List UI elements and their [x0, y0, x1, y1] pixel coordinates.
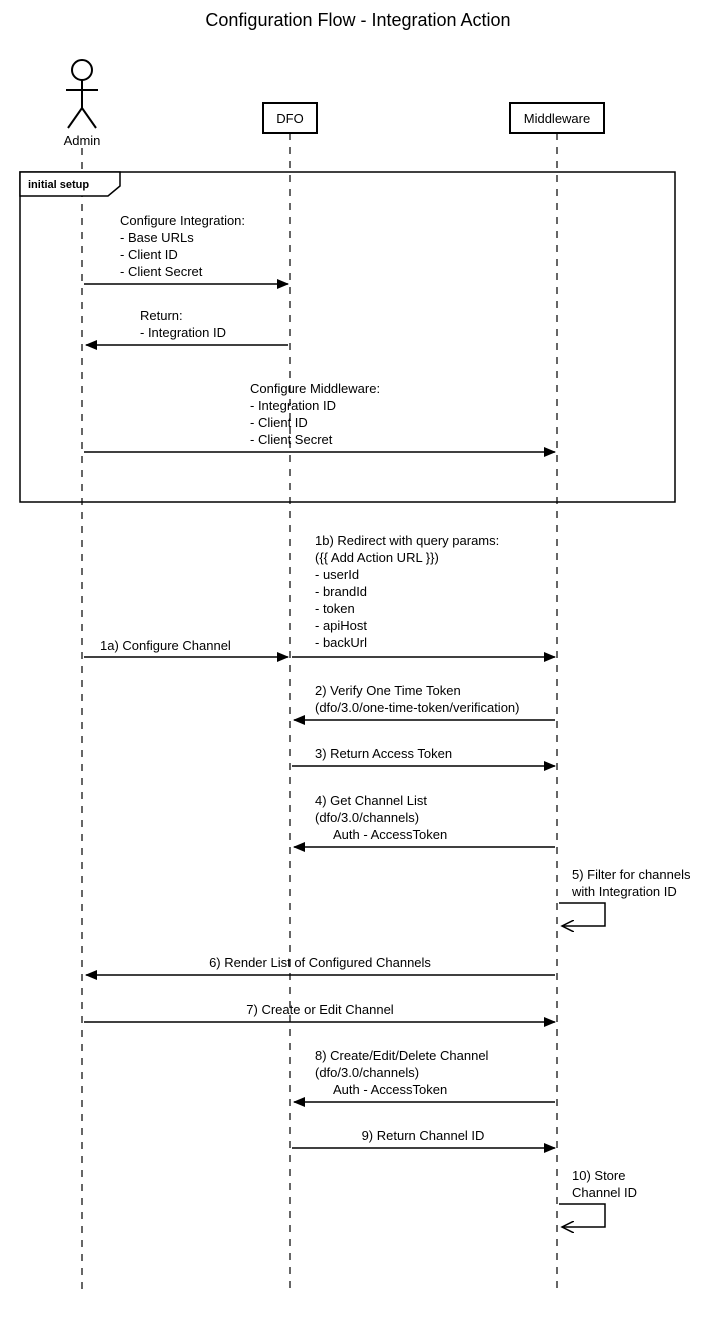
msg-filter-channels: 5) Filter for channels with Integration … [559, 867, 691, 926]
svg-text:(dfo/3.0/channels): (dfo/3.0/channels) [315, 810, 419, 825]
middleware-label: Middleware [524, 111, 590, 126]
svg-text:Return:: Return: [140, 308, 183, 323]
msg-configure-channel: 1a) Configure Channel [84, 638, 288, 657]
svg-text:- Client Secret: - Client Secret [120, 264, 203, 279]
svg-text:1a) Configure Channel: 1a) Configure Channel [100, 638, 231, 653]
msg-configure-integration: Configure Integration: - Base URLs - Cli… [84, 213, 288, 284]
msg-return-access-token: 3) Return Access Token [292, 746, 555, 766]
msg-verify-token: 2) Verify One Time Token (dfo/3.0/one-ti… [294, 683, 555, 720]
svg-text:- apiHost: - apiHost [315, 618, 367, 633]
svg-text:- Integration ID: - Integration ID [140, 325, 226, 340]
svg-text:(dfo/3.0/channels): (dfo/3.0/channels) [315, 1065, 419, 1080]
svg-text:5) Filter for channels: 5) Filter for channels [572, 867, 691, 882]
svg-text:(dfo/3.0/one-time-token/verifi: (dfo/3.0/one-time-token/verification) [315, 700, 519, 715]
svg-text:with Integration ID: with Integration ID [571, 884, 677, 899]
participant-middleware: Middleware [510, 103, 604, 133]
svg-text:- userId: - userId [315, 567, 359, 582]
participant-admin: Admin [64, 60, 101, 148]
svg-text:Auth - AccessToken: Auth - AccessToken [333, 1082, 447, 1097]
msg-crud-channel: 8) Create/Edit/Delete Channel (dfo/3.0/c… [294, 1048, 555, 1102]
msg-store-channel-id: 10) Store Channel ID [559, 1168, 637, 1227]
svg-text:7) Create or Edit Channel: 7) Create or Edit Channel [246, 1002, 394, 1017]
svg-text:6) Render List of Configured C: 6) Render List of Configured Channels [209, 955, 431, 970]
msg-create-edit-channel: 7) Create or Edit Channel [84, 1002, 555, 1022]
svg-text:Configure Integration:: Configure Integration: [120, 213, 245, 228]
svg-text:3) Return Access Token: 3) Return Access Token [315, 746, 452, 761]
svg-text:Auth - AccessToken: Auth - AccessToken [333, 827, 447, 842]
msg-configure-middleware: Configure Middleware: - Integration ID -… [84, 381, 555, 452]
svg-text:10) Store: 10) Store [572, 1168, 625, 1183]
svg-text:({{ Add Action URL }}): ({{ Add Action URL }}) [315, 550, 439, 565]
fragment-label: initial setup [28, 179, 89, 191]
svg-text:9) Return Channel ID: 9) Return Channel ID [362, 1128, 485, 1143]
msg-get-channel-list: 4) Get Channel List (dfo/3.0/channels) A… [294, 793, 555, 847]
msg-return-integration-id: Return: - Integration ID [86, 308, 288, 345]
svg-text:Configure Middleware:: Configure Middleware: [250, 381, 380, 396]
svg-text:4) Get Channel List: 4) Get Channel List [315, 793, 427, 808]
participant-dfo: DFO [263, 103, 317, 133]
svg-text:Channel ID: Channel ID [572, 1185, 637, 1200]
svg-text:- Integration ID: - Integration ID [250, 398, 336, 413]
msg-redirect-params: 1b) Redirect with query params: ({{ Add … [315, 533, 499, 650]
svg-text:1b) Redirect with query params: 1b) Redirect with query params: [315, 533, 499, 548]
dfo-label: DFO [276, 111, 303, 126]
admin-label: Admin [64, 133, 101, 148]
svg-text:- Client ID: - Client ID [250, 415, 308, 430]
msg-return-channel-id: 9) Return Channel ID [292, 1128, 555, 1148]
svg-text:- Base URLs: - Base URLs [120, 230, 194, 245]
svg-text:- Client ID: - Client ID [120, 247, 178, 262]
svg-text:8) Create/Edit/Delete Channel: 8) Create/Edit/Delete Channel [315, 1048, 489, 1063]
svg-text:- backUrl: - backUrl [315, 635, 367, 650]
sequence-diagram: Configuration Flow - Integration Action … [0, 0, 716, 1320]
svg-text:- brandId: - brandId [315, 584, 367, 599]
diagram-title: Configuration Flow - Integration Action [205, 10, 510, 30]
msg-render-list: 6) Render List of Configured Channels [86, 955, 555, 975]
svg-text:2) Verify One Time Token: 2) Verify One Time Token [315, 683, 461, 698]
svg-text:- Client Secret: - Client Secret [250, 432, 333, 447]
svg-text:- token: - token [315, 601, 355, 616]
